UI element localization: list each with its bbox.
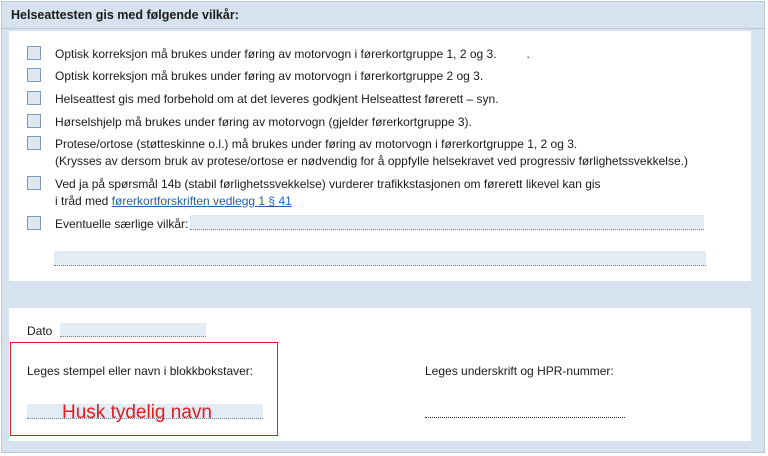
condition-checkbox-4[interactable]	[27, 114, 41, 128]
condition-text-4: Hørselshjelp må brukes under føring av m…	[55, 115, 472, 129]
special-conditions-field-line2[interactable]	[54, 251, 706, 266]
condition-checkbox-5[interactable]	[27, 136, 41, 150]
condition-checkbox-3[interactable]	[27, 91, 41, 105]
condition-checkbox-6[interactable]	[27, 176, 41, 190]
condition-text-5: Protese/ortose (støtteskinne o.l.) må br…	[55, 137, 688, 168]
signature-label: Leges underskrift og HPR-nummer:	[425, 364, 614, 378]
condition-text-3: Helseattest gis med forbehold om at det …	[55, 92, 499, 106]
section-title: Helseattesten gis med følgende vilkår:	[11, 8, 239, 22]
condition-checkbox-7[interactable]	[27, 216, 41, 230]
condition-text-7: Eventuelle særlige vilkår:	[55, 217, 189, 231]
stamp-label: Leges stempel eller navn i blokkbokstave…	[27, 364, 254, 378]
regulation-link[interactable]: førerkortforskriften vedlegg 1 § 41	[112, 194, 292, 208]
condition-checkbox-1[interactable]	[27, 46, 41, 60]
section-header: Helseattesten gis med følgende vilkår:	[2, 2, 764, 29]
signature-field[interactable]	[425, 417, 625, 418]
condition-text-2: Optisk korreksjon må brukes under føring…	[55, 69, 484, 83]
date-label: Dato	[27, 324, 53, 338]
annotation-text: Husk tydelig navn	[62, 402, 212, 423]
special-conditions-field[interactable]	[190, 215, 704, 230]
condition-text-1: Optisk korreksjon må brukes under føring…	[55, 47, 530, 61]
condition-text-6: Ved ja på spørsmål 14b (stabil førlighet…	[55, 177, 601, 208]
condition-checkbox-2[interactable]	[27, 68, 41, 82]
date-field[interactable]	[60, 323, 206, 337]
